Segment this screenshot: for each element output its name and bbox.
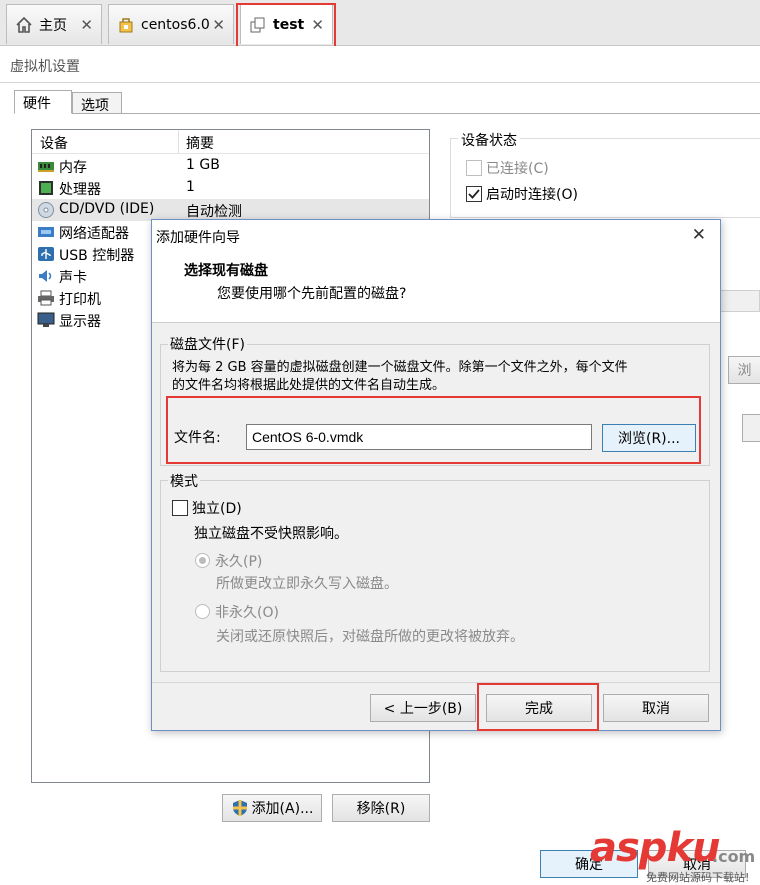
- monitor-icon: [37, 312, 55, 327]
- shield-icon: [232, 800, 247, 816]
- highlight-box-file: [166, 396, 701, 464]
- watermark: aspku .com 免费网站源码下载站!: [590, 825, 760, 885]
- persistent-radio[interactable]: [195, 553, 210, 568]
- checkmark-icon: [468, 189, 480, 199]
- dialog-titlebar: 添加硬件向导 ✕: [152, 220, 720, 250]
- partial-button[interactable]: [742, 414, 760, 442]
- connected-checkbox[interactable]: [466, 160, 482, 176]
- partial-browse-button[interactable]: 浏: [728, 356, 760, 384]
- disk-file-group-label: 磁盘文件(F): [168, 334, 247, 354]
- remove-device-button[interactable]: 移除(R): [332, 794, 430, 822]
- independent-checkbox[interactable]: [172, 500, 188, 516]
- column-device[interactable]: 设备: [40, 133, 68, 153]
- nonpersistent-desc: 关闭或还原快照后，对磁盘所做的更改将被放弃。: [216, 629, 524, 645]
- cdrom-icon: [38, 202, 54, 218]
- independent-label: 独立(D): [192, 501, 242, 517]
- cpu-icon: [39, 181, 53, 195]
- home-icon: [16, 16, 32, 33]
- connect-on-start-label: 启动时连接(O): [486, 187, 578, 203]
- close-icon[interactable]: ✕: [212, 16, 225, 34]
- device-status-group: [450, 138, 760, 218]
- nonpersistent-label: 非永久(O): [215, 605, 279, 621]
- memory-icon: [38, 162, 54, 172]
- highlight-box-finish: [477, 683, 599, 731]
- dialog-title: 添加硬件向导: [156, 230, 240, 246]
- dialog-heading: 选择现有磁盘: [184, 263, 268, 279]
- watermark-domain: .com: [712, 847, 756, 866]
- device-row-memory[interactable]: 内存 1 GB: [32, 155, 429, 177]
- tab-home-label: 主页: [39, 17, 67, 34]
- device-row-cdrom[interactable]: CD/DVD (IDE) 自动检测: [32, 199, 429, 221]
- sound-icon: [39, 270, 52, 282]
- connect-on-start-checkbox[interactable]: [466, 186, 482, 202]
- window-title: 虚拟机设置: [10, 59, 80, 75]
- tab-centos[interactable]: centos6.0 ✕: [108, 4, 234, 44]
- disk-file-desc-2: 的文件名均将根据此处提供的文件名自动生成。: [172, 378, 446, 393]
- highlight-box-tab: [236, 3, 336, 48]
- tab-centos-label: centos6.0: [141, 16, 210, 33]
- cancel-button[interactable]: 取消: [603, 694, 709, 722]
- tab-home[interactable]: 主页 ✕: [6, 4, 102, 44]
- network-icon: [38, 227, 54, 237]
- independent-desc: 独立磁盘不受快照影响。: [194, 526, 348, 542]
- device-status-title: 设备状态: [458, 130, 520, 150]
- partial-field: [718, 290, 760, 312]
- device-row-cpu[interactable]: 处理器 1: [32, 177, 429, 199]
- dialog-header: 选择现有磁盘 您要使用哪个先前配置的磁盘?: [152, 250, 720, 323]
- watermark-slogan: 免费网站源码下载站!: [646, 871, 750, 884]
- disk-file-desc-1: 将为每 2 GB 容量的虚拟磁盘创建一个磁盘文件。除第一个文件之外，每个文件: [172, 360, 628, 375]
- connected-label: 已连接(C): [486, 161, 549, 177]
- persistent-label: 永久(P): [215, 554, 263, 570]
- dialog-subheading: 您要使用哪个先前配置的磁盘?: [217, 286, 407, 302]
- watermark-brand: aspku: [590, 825, 721, 871]
- usb-icon: [38, 247, 54, 261]
- vm-icon: [119, 17, 133, 32]
- mode-group-label: 模式: [168, 471, 200, 491]
- nonpersistent-radio[interactable]: [195, 604, 210, 619]
- close-icon[interactable]: ✕: [692, 225, 706, 245]
- divider: [0, 82, 760, 83]
- printer-icon: [38, 290, 54, 306]
- back-button[interactable]: < 上一步(B): [370, 694, 476, 722]
- persistent-desc: 所做更改立即永久写入磁盘。: [216, 576, 398, 592]
- tab-hardware[interactable]: 硬件: [14, 90, 72, 114]
- tab-options[interactable]: 选项: [72, 92, 122, 114]
- close-icon[interactable]: ✕: [80, 16, 93, 34]
- column-summary[interactable]: 摘要: [186, 133, 214, 153]
- add-device-button[interactable]: 添加(A)...: [222, 794, 322, 822]
- device-list-header: 设备 摘要: [32, 130, 429, 154]
